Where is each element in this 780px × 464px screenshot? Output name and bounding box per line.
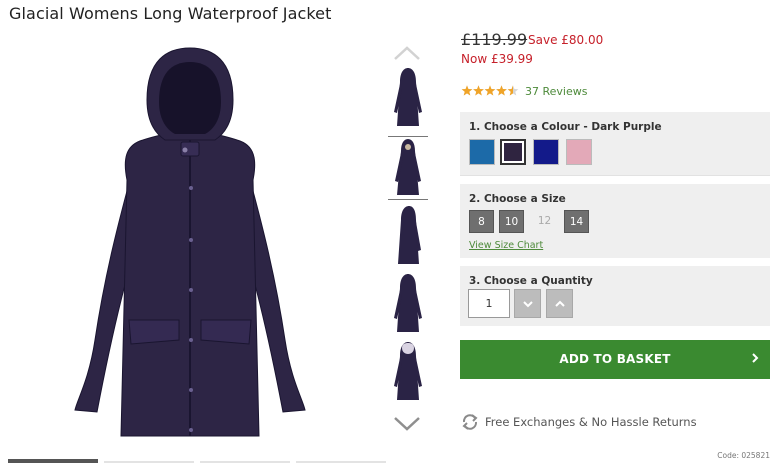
- quantity-input[interactable]: [468, 289, 510, 318]
- thumbnail[interactable]: [388, 340, 428, 404]
- size-option-14[interactable]: 14: [564, 210, 589, 233]
- colour-selector: 1. Choose a Colour - Dark Purple: [460, 112, 770, 176]
- size-option-8[interactable]: 8: [469, 210, 494, 233]
- star-icon: [461, 85, 473, 96]
- thumbnail[interactable]: [388, 272, 428, 336]
- save-amount: Save £80.00: [528, 33, 604, 47]
- colour-swatch-dark-purple[interactable]: [500, 139, 526, 165]
- thumbnail-down-button[interactable]: [392, 415, 422, 433]
- returns-label: Free Exchanges & No Hassle Returns: [485, 415, 697, 429]
- product-title: Glacial Womens Long Waterproof Jacket: [9, 4, 332, 23]
- chevron-up-icon: [555, 300, 565, 307]
- reviews-link[interactable]: 37 Reviews: [525, 85, 587, 98]
- star-icon: [484, 85, 496, 96]
- colour-swatch-blue[interactable]: [469, 139, 495, 165]
- thumbnail[interactable]: [388, 136, 428, 200]
- chevron-down-icon: [523, 301, 533, 308]
- size-selector: 2. Choose a Size 8 10 12 14 View Size Ch…: [460, 184, 770, 258]
- colour-heading: 1. Choose a Colour - Dark Purple: [469, 121, 662, 133]
- now-price: Now £39.99: [461, 52, 533, 66]
- gallery-tab[interactable]: [8, 459, 98, 463]
- gallery-tabs: [8, 459, 388, 464]
- colour-swatch-pink[interactable]: [566, 139, 592, 165]
- size-heading: 2. Choose a Size: [469, 193, 566, 205]
- add-to-basket-label: ADD TO BASKET: [559, 352, 671, 366]
- gallery-tab[interactable]: [296, 461, 386, 463]
- product-code: Code: 025821: [717, 451, 770, 460]
- quantity-selector: 3. Choose a Quantity: [460, 266, 770, 326]
- star-icon: [496, 85, 507, 96]
- quantity-increase-button[interactable]: [546, 289, 573, 318]
- quantity-decrease-button[interactable]: [514, 289, 541, 318]
- refresh-icon: [462, 414, 478, 430]
- star-icon: [473, 85, 484, 96]
- star-rating: [461, 85, 519, 96]
- size-option-12: 12: [537, 215, 552, 227]
- was-price: £119.99: [461, 30, 528, 49]
- thumbnail-up-button[interactable]: [392, 44, 422, 62]
- chevron-right-icon: [752, 353, 759, 363]
- thumbnail[interactable]: [388, 204, 428, 268]
- quantity-heading: 3. Choose a Quantity: [469, 275, 593, 287]
- size-chart-link[interactable]: View Size Chart: [469, 240, 543, 251]
- gallery-tab[interactable]: [104, 461, 194, 463]
- size-option-10[interactable]: 10: [499, 210, 524, 233]
- add-to-basket-button[interactable]: ADD TO BASKET: [460, 340, 770, 379]
- chevron-down-icon: [394, 417, 420, 431]
- thumbnail[interactable]: [388, 66, 428, 130]
- chevron-up-icon: [394, 46, 420, 60]
- colour-swatch-navy[interactable]: [533, 139, 559, 165]
- gallery-tab[interactable]: [200, 461, 290, 463]
- main-product-image[interactable]: [55, 40, 325, 442]
